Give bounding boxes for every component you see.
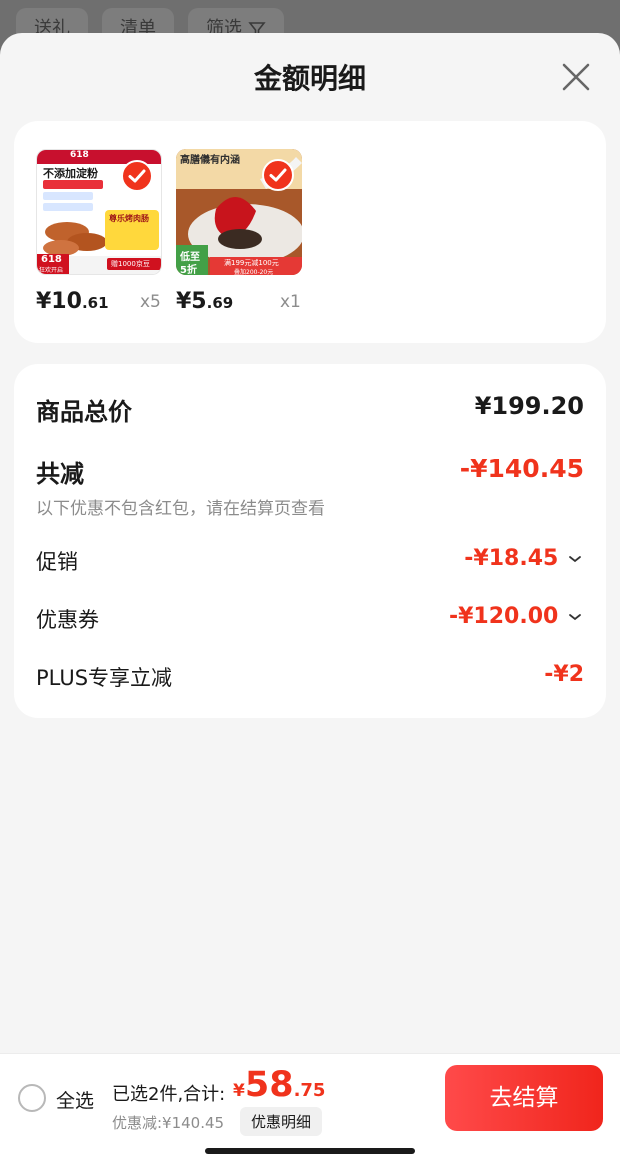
product-image-sausage: 618 不添加淀粉 尊乐烤肉肠 618 狂欢开启 赠1000京豆 xyxy=(36,149,162,275)
total-price-label: 商品总价 xyxy=(36,398,132,426)
plus-discount-row: PLUS专享立减 -¥2 xyxy=(36,662,584,692)
total-amount-int: 58 xyxy=(244,1065,294,1105)
coupon-value: -¥120.00 xyxy=(449,604,584,629)
product-price: ¥10.61 xyxy=(36,289,109,314)
promotion-label: 促销 xyxy=(36,550,78,574)
product-quantity: x1 xyxy=(280,292,301,312)
home-indicator xyxy=(205,1148,415,1154)
promotion-amount: -¥18.45 xyxy=(464,546,559,571)
product-quantity: x5 xyxy=(140,292,161,312)
total-reduce-row: 共减 -¥140.45 xyxy=(36,454,584,490)
total-reduce-label: 共减 xyxy=(36,460,84,488)
checkmark-icon xyxy=(262,159,294,191)
product-badge-618-bottom: 618 xyxy=(41,254,62,265)
select-all-radio[interactable] xyxy=(18,1084,46,1112)
product-price-int: ¥5 xyxy=(176,289,207,314)
chevron-down-icon xyxy=(569,614,581,621)
checkout-button[interactable]: 去结算 xyxy=(445,1065,603,1131)
product-badge-618: 618 xyxy=(70,150,89,160)
total-amount-symbol: ¥ xyxy=(233,1081,245,1101)
product-headline: 高膳儀有内涵 xyxy=(180,155,240,166)
total-amount: ¥58.75 xyxy=(233,1065,325,1105)
product-item[interactable]: 高膳儀有内涵 低至 5折 满199元减100元 叠加200-20元 ¥5.69 … xyxy=(176,149,304,314)
products-card: 618 不添加淀粉 尊乐烤肉肠 618 狂欢开启 赠1000京豆 ¥10.61 … xyxy=(14,121,606,343)
chevron-down-icon xyxy=(569,556,581,563)
product-item[interactable]: 618 不添加淀粉 尊乐烤肉肠 618 狂欢开启 赠1000京豆 ¥10.61 … xyxy=(36,149,164,314)
selected-count-text: 已选2件,合计: xyxy=(112,1084,226,1105)
amount-detail-sheet: 金额明细 618 不添加淀粉 尊乐烤肉肠 618 狂欢开启 赠1000京豆 ¥1… xyxy=(0,33,620,1169)
close-icon[interactable] xyxy=(560,61,592,93)
promotion-value: -¥18.45 xyxy=(464,546,584,571)
discount-summary: 优惠减:¥140.45 xyxy=(112,1114,225,1132)
select-all-label[interactable]: 全选 xyxy=(56,1086,94,1113)
product-badge-discount: 5折 xyxy=(180,265,197,275)
product-price: ¥5.69 xyxy=(176,289,233,314)
product-promo-sub: 叠加200-20元 xyxy=(234,269,274,275)
product-headline: 不添加淀粉 xyxy=(43,167,98,180)
plus-discount-value: -¥2 xyxy=(544,662,584,687)
total-price-value: ¥199.20 xyxy=(474,392,584,420)
promotion-row[interactable]: 促销 -¥18.45 xyxy=(36,546,584,576)
product-badge-618-sub: 狂欢开启 xyxy=(39,267,64,274)
product-price-int: ¥10 xyxy=(36,289,82,314)
plus-discount-label: PLUS专享立减 xyxy=(36,666,173,690)
total-amount-dec: .75 xyxy=(293,1080,326,1101)
discount-note: 以下优惠不包含红包，请在结算页查看 xyxy=(36,499,325,519)
coupon-label: 优惠券 xyxy=(36,608,99,632)
checkmark-icon xyxy=(121,160,153,192)
product-image-blood-tofu: 高膳儀有内涵 低至 5折 满199元减100元 叠加200-20元 xyxy=(176,149,302,275)
sheet-title: 金额明细 xyxy=(253,62,366,95)
total-price-row: 商品总价 ¥199.20 xyxy=(36,392,584,428)
product-tag: 尊乐烤肉肠 xyxy=(109,214,149,223)
product-price-dec: .61 xyxy=(81,294,109,312)
coupon-amount: -¥120.00 xyxy=(448,604,559,629)
discount-detail-button[interactable]: 优惠明细 xyxy=(240,1107,323,1136)
product-price-dec: .69 xyxy=(206,294,234,312)
price-summary-card: 商品总价 ¥199.20 共减 -¥140.45 以下优惠不包含红包，请在结算页… xyxy=(14,364,606,718)
product-promo: 赠1000京豆 xyxy=(111,260,150,268)
total-reduce-value: -¥140.45 xyxy=(459,454,584,483)
coupon-row[interactable]: 优惠券 -¥120.00 xyxy=(36,604,584,634)
